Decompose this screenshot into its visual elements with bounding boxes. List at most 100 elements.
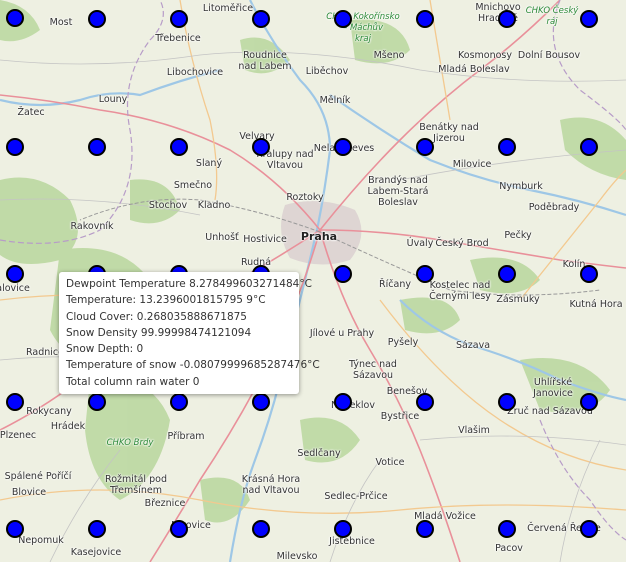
place-label: Pacov bbox=[495, 543, 523, 554]
weather-point-marker[interactable] bbox=[580, 138, 598, 156]
place-label: Louny bbox=[98, 94, 128, 105]
place-label: Český Brod bbox=[435, 238, 489, 249]
place-label: Vlašim bbox=[458, 425, 490, 436]
place-label: Zásmuky bbox=[496, 294, 540, 305]
place-label: Kosmonosy bbox=[458, 50, 512, 61]
map-view[interactable]: Most Litoměřice Třebenice Roudnice nad Labem… bbox=[0, 0, 626, 562]
place-label: Žatec bbox=[17, 107, 45, 118]
weather-point-marker[interactable] bbox=[6, 393, 24, 411]
weather-point-marker[interactable] bbox=[88, 10, 106, 28]
place-label: Uhlířské Janovice bbox=[533, 377, 573, 399]
place-label: Nepomuk bbox=[18, 535, 64, 546]
place-label: Unhošť bbox=[205, 232, 239, 243]
weather-point-marker[interactable] bbox=[334, 520, 352, 538]
place-label: Stochov bbox=[148, 200, 188, 211]
place-label: Most bbox=[49, 17, 73, 28]
weather-point-marker[interactable] bbox=[170, 10, 188, 28]
place-label: Poděbrady bbox=[528, 202, 580, 213]
place-label: Milevsko bbox=[276, 551, 318, 562]
weather-point-marker[interactable] bbox=[498, 393, 516, 411]
place-label: Slaný bbox=[195, 158, 223, 169]
place-label: Libochovice bbox=[166, 67, 224, 78]
place-label: Hrádek bbox=[50, 421, 86, 432]
weather-point-marker[interactable] bbox=[6, 9, 24, 27]
weather-point-marker[interactable] bbox=[498, 10, 516, 28]
place-label: Rakovník bbox=[70, 221, 114, 232]
place-label: Praha bbox=[300, 230, 338, 243]
place-label: Mšeno bbox=[373, 50, 405, 61]
weather-point-marker[interactable] bbox=[252, 393, 270, 411]
place-label: Roudnice nad Labem bbox=[238, 50, 292, 72]
place-label: Jistebnice bbox=[329, 536, 375, 547]
weather-point-marker[interactable] bbox=[580, 393, 598, 411]
weather-point-marker[interactable] bbox=[170, 138, 188, 156]
weather-point-marker[interactable] bbox=[88, 138, 106, 156]
park-label: CHKO Český ráj bbox=[525, 6, 579, 27]
park-label: CHKO Brdy bbox=[106, 438, 154, 448]
place-label: Zruč nad Sázavou bbox=[507, 406, 593, 417]
place-label: Blovice bbox=[11, 487, 47, 498]
weather-point-marker[interactable] bbox=[580, 10, 598, 28]
place-label: Kostelec nad Černými lesy bbox=[429, 280, 491, 302]
rain-water-line: Total column rain water 0 bbox=[66, 375, 200, 388]
place-label: Příbram bbox=[167, 431, 205, 442]
place-label: Votice bbox=[375, 457, 405, 468]
weather-popup: Dewpoint Temperature 8.278499603271484°C… bbox=[59, 272, 320, 394]
place-label: Říčany bbox=[379, 279, 411, 290]
place-label: Dolní Bousov bbox=[517, 50, 581, 61]
place-label: Plzenec bbox=[0, 430, 37, 441]
weather-point-marker[interactable] bbox=[334, 138, 352, 156]
weather-point-marker[interactable] bbox=[6, 265, 24, 283]
dewpoint-line: Dewpoint Temperature 8.278499603271484°C bbox=[66, 278, 312, 290]
place-label: Bystřice bbox=[380, 411, 420, 422]
weather-point-marker[interactable] bbox=[88, 520, 106, 538]
place-label: Rokycany bbox=[26, 406, 72, 417]
weather-point-marker[interactable] bbox=[416, 10, 434, 28]
weather-point-marker[interactable] bbox=[334, 393, 352, 411]
place-label: Nymburk bbox=[499, 181, 543, 192]
place-label: Březnice bbox=[144, 498, 186, 509]
weather-point-marker[interactable] bbox=[498, 138, 516, 156]
place-label: Kutná Hora bbox=[569, 299, 623, 310]
weather-point-marker[interactable] bbox=[170, 393, 188, 411]
weather-point-marker[interactable] bbox=[416, 520, 434, 538]
place-label: Milovice bbox=[452, 159, 492, 170]
weather-point-marker[interactable] bbox=[580, 520, 598, 538]
place-label: Brandýs nad Labem-Stará Boleslav bbox=[367, 175, 429, 208]
weather-point-marker[interactable] bbox=[252, 520, 270, 538]
weather-point-marker[interactable] bbox=[498, 520, 516, 538]
weather-point-marker[interactable] bbox=[170, 520, 188, 538]
place-label: Sedlec-Prčice bbox=[324, 491, 388, 502]
weather-point-marker[interactable] bbox=[416, 138, 434, 156]
place-label: Hostivice bbox=[243, 234, 287, 245]
weather-point-marker[interactable] bbox=[252, 138, 270, 156]
snow-depth-line: Snow Depth: 0 bbox=[66, 343, 144, 356]
weather-point-marker[interactable] bbox=[416, 265, 434, 283]
weather-point-marker[interactable] bbox=[580, 265, 598, 283]
place-label: Litoměřice bbox=[202, 3, 254, 14]
place-label: Liběchov bbox=[305, 66, 349, 77]
temperature-line: Temperature: 13.2396001815795 9°C bbox=[66, 294, 266, 307]
place-label: Mladá Boleslav bbox=[438, 64, 510, 75]
snow-temperature-line: Temperature of snow -0.08079999685287476… bbox=[66, 359, 320, 372]
place-label: Úvaly bbox=[406, 238, 434, 249]
snow-density-line: Snow Density 99.99998474121094 bbox=[66, 326, 252, 339]
place-label: Roztoky bbox=[286, 192, 324, 203]
weather-point-marker[interactable] bbox=[6, 138, 24, 156]
cloud-cover-line: Cloud Cover: 0.268035888671875 bbox=[66, 310, 247, 323]
weather-point-marker[interactable] bbox=[88, 393, 106, 411]
place-label: Týnec nad Sázavou bbox=[349, 359, 397, 381]
weather-point-marker[interactable] bbox=[252, 10, 270, 28]
weather-point-marker[interactable] bbox=[6, 520, 24, 538]
weather-point-marker[interactable] bbox=[334, 265, 352, 283]
place-label: Pečky bbox=[504, 230, 532, 241]
weather-point-marker[interactable] bbox=[334, 10, 352, 28]
weather-point-marker[interactable] bbox=[416, 393, 434, 411]
place-label: Kralovice bbox=[0, 283, 30, 294]
place-label: Krásná Hora nad Vltavou bbox=[241, 474, 301, 496]
place-label: Pyšely bbox=[387, 337, 419, 348]
place-label: Rožmitál pod Třemšínem bbox=[105, 474, 167, 496]
place-label: Spálené Poříčí bbox=[4, 471, 72, 482]
weather-point-marker[interactable] bbox=[498, 265, 516, 283]
place-label: Třebenice bbox=[155, 33, 201, 44]
